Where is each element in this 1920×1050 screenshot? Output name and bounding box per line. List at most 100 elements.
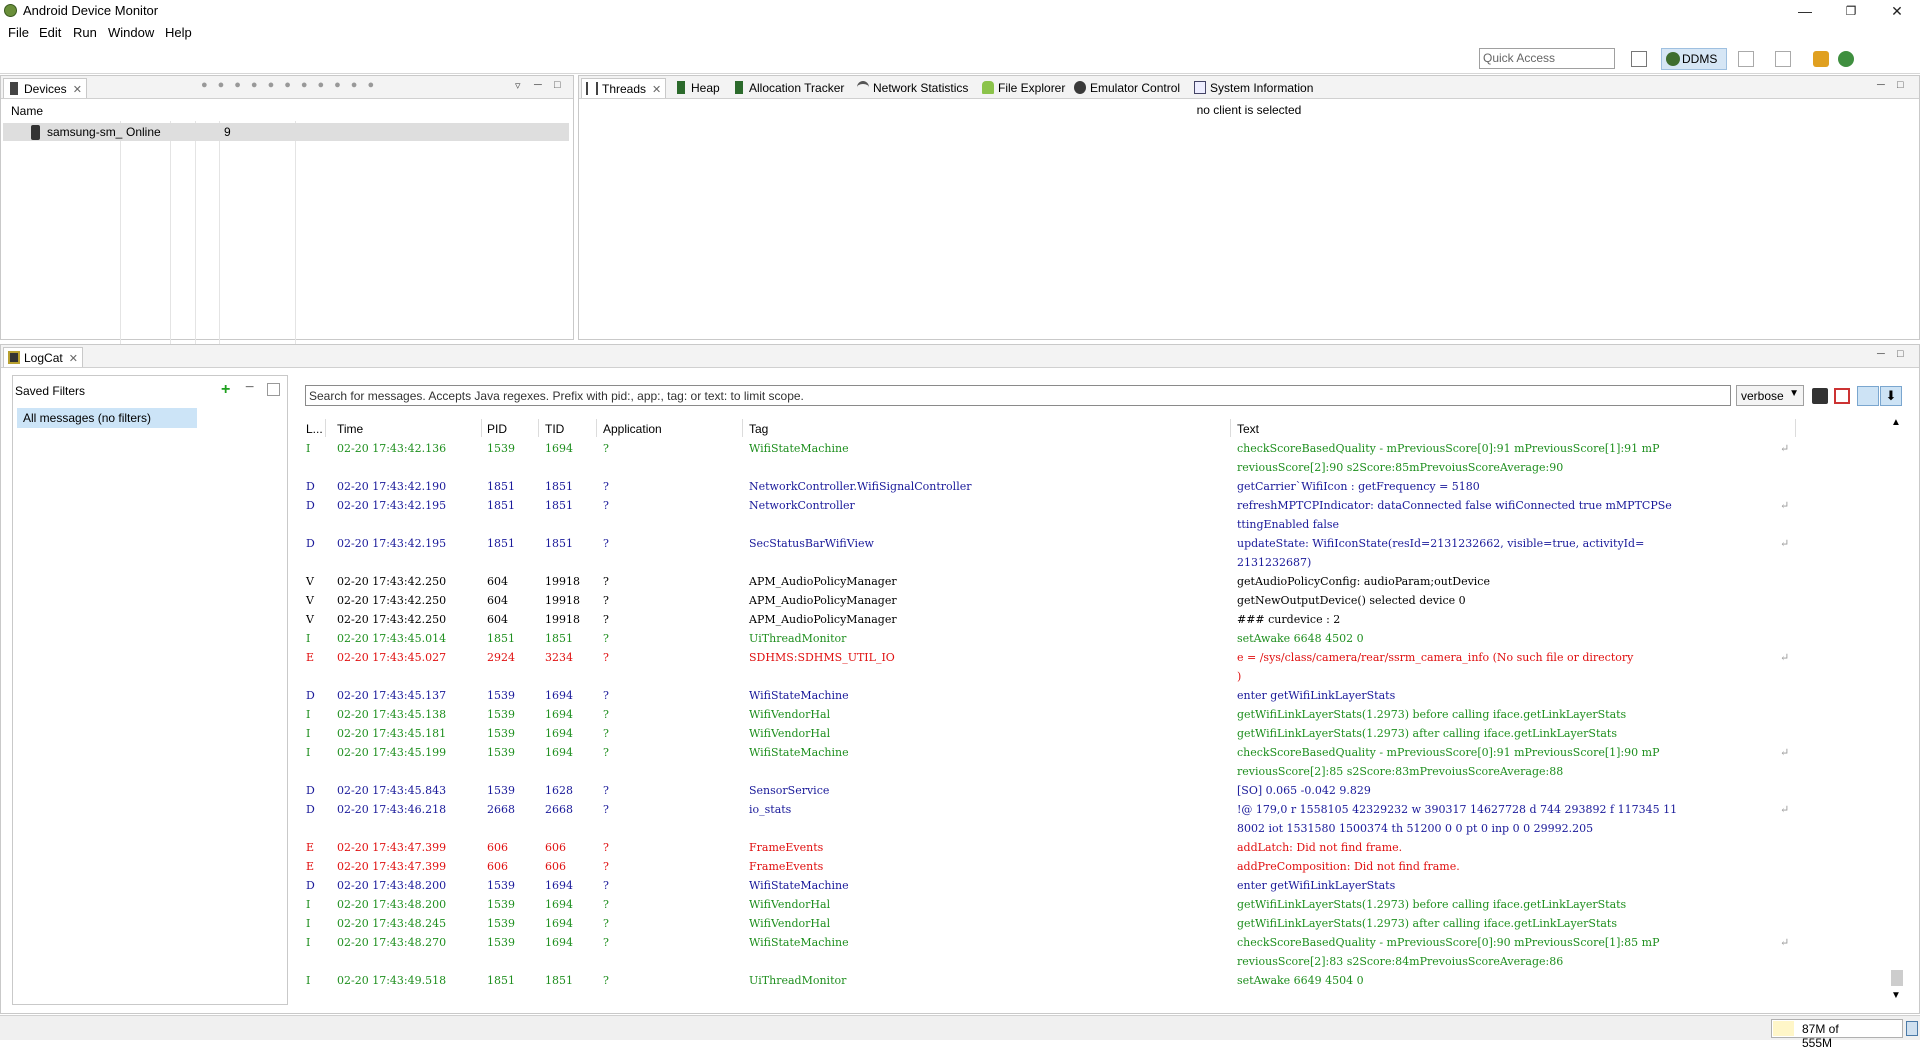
java-perspective-icon[interactable] (1775, 51, 1791, 67)
log-row[interactable]: I 02-20 17:43:42.136 1539 1694? WifiStateMac… (300, 439, 1903, 458)
device-row[interactable]: samsung-sm_ Online 9 (3, 123, 569, 141)
log-row-continuation[interactable]: ) (300, 667, 1903, 686)
log-row[interactable]: I 02-20 17:43:49.518 1851 1851? UiThreadMoni… (300, 971, 1903, 990)
scrollbar-thumb[interactable] (1891, 970, 1903, 986)
menu-help[interactable]: Help (165, 25, 192, 40)
log-time: 02-20 17:43:42.136 (337, 442, 447, 455)
log-row[interactable]: I 02-20 17:43:45.199 1539 1694? WifiStateMac… (300, 743, 1903, 762)
scroll-up-icon[interactable]: ▲ (1891, 417, 1901, 428)
log-row[interactable]: D 02-20 17:43:42.195 1851 1851? NetworkContr… (300, 496, 1903, 515)
close-icon[interactable]: ✕ (69, 353, 78, 365)
log-row-continuation[interactable]: reviousScore[2]:85 s2Score:83mPrevoiusSc… (300, 762, 1903, 781)
minimize-view-icon[interactable]: ─ (1877, 348, 1885, 360)
log-application: ? (603, 632, 609, 645)
col-application[interactable]: Application (603, 422, 662, 436)
log-row[interactable]: V 02-20 17:43:42.250 604 19918? APM_AudioPol… (300, 572, 1903, 591)
log-row[interactable]: D 02-20 17:43:42.190 1851 1851? NetworkContr… (300, 477, 1903, 496)
col-tid[interactable]: TID (545, 422, 564, 436)
log-row[interactable]: I 02-20 17:43:45.138 1539 1694? WifiVendorHa… (300, 705, 1903, 724)
log-row[interactable]: E 02-20 17:43:47.399 606 606? FrameEvents add… (300, 857, 1903, 876)
col-time[interactable]: Time (337, 422, 363, 436)
close-icon[interactable]: ✕ (652, 84, 661, 96)
restore-icon[interactable]: ❐ (1828, 0, 1874, 22)
menu-run[interactable]: Run (73, 25, 97, 40)
log-row[interactable]: E 02-20 17:43:45.027 2924 3234? SDHMS:SDHMS_… (300, 648, 1903, 667)
open-perspective-icon[interactable] (1631, 51, 1647, 67)
clear-log-icon[interactable] (1834, 388, 1850, 404)
col-level[interactable]: L... (306, 422, 323, 436)
log-row[interactable]: D 02-20 17:43:45.137 1539 1694? WifiStateMac… (300, 686, 1903, 705)
minimize-view-icon[interactable]: ─ (534, 79, 542, 91)
maximize-view-icon[interactable]: □ (1897, 348, 1904, 360)
log-row-continuation[interactable]: 2131232687) (300, 553, 1903, 572)
menu-window[interactable]: Window (108, 25, 154, 40)
tab-network-statistics[interactable]: Network Statistics (853, 78, 972, 98)
log-application: ? (603, 879, 609, 892)
minimize-view-icon[interactable]: ─ (1877, 79, 1885, 91)
log-row[interactable]: I 02-20 17:43:48.200 1539 1694? WifiVendorHa… (300, 895, 1903, 914)
log-pid: 606 (487, 841, 508, 854)
tab-system-information[interactable]: System Information (1190, 78, 1317, 98)
log-row[interactable]: D 02-20 17:43:46.218 2668 2668? io_stats !@ 1… (300, 800, 1903, 819)
maximize-view-icon[interactable]: □ (1897, 79, 1904, 91)
ddms-perspective-button[interactable]: DDMS (1661, 48, 1727, 70)
log-row[interactable]: I 02-20 17:43:45.014 1851 1851? UiThreadMoni… (300, 629, 1903, 648)
log-row[interactable]: I 02-20 17:43:45.181 1539 1694? WifiVendorHa… (300, 724, 1903, 743)
back-arrow-icon[interactable] (1813, 51, 1829, 67)
wrap-icon: ↵ (1780, 499, 1790, 512)
scroll-down-icon[interactable]: ▼ (1891, 990, 1901, 1001)
toggle-filters-icon[interactable] (1857, 386, 1879, 406)
menu-file[interactable]: File (8, 25, 29, 40)
col-text[interactable]: Text (1237, 422, 1259, 436)
debug-perspective-icon[interactable] (1738, 51, 1754, 67)
maximize-view-icon[interactable]: □ (554, 79, 561, 91)
android-icon[interactable] (1838, 51, 1854, 67)
log-row[interactable]: V 02-20 17:43:42.250 604 19918? APM_AudioPol… (300, 591, 1903, 610)
tab-logcat[interactable]: LogCat ✕ (3, 347, 83, 367)
log-text: getCarrier`WifiIcon : getFrequency = 518… (1237, 480, 1480, 493)
menu-edit[interactable]: Edit (39, 25, 61, 40)
save-icon[interactable] (1812, 388, 1828, 404)
view-menu-icon[interactable]: ▿ (515, 79, 521, 92)
log-row[interactable]: E 02-20 17:43:47.399 606 606? FrameEvents add… (300, 838, 1903, 857)
col-pid[interactable]: PID (487, 422, 507, 436)
remove-filter-icon[interactable]: − (245, 379, 254, 397)
log-row[interactable]: I 02-20 17:43:48.245 1539 1694? WifiVendorHa… (300, 914, 1903, 933)
log-pid: 1851 (487, 974, 515, 987)
add-filter-icon[interactable]: + (221, 381, 230, 399)
log-row[interactable]: I 02-20 17:43:48.270 1539 1694? WifiStateMac… (300, 933, 1903, 952)
log-level: D (306, 537, 315, 550)
edit-filter-icon[interactable] (267, 383, 280, 396)
minimize-icon[interactable]: — (1782, 0, 1828, 22)
log-row[interactable]: D 02-20 17:43:45.843 1539 1628? SensorServic… (300, 781, 1903, 800)
device-actions-icon[interactable]: ●●●●●●●●●●● (201, 79, 384, 91)
devices-header: Name (3, 101, 571, 121)
tab-devices[interactable]: Devices ✕ (3, 78, 87, 98)
log-row-continuation[interactable]: ttingEnabled false (300, 515, 1903, 534)
menu-bar: File Edit Run Window Help (0, 22, 1920, 42)
heap-icon (677, 81, 685, 94)
log-row[interactable]: D 02-20 17:43:42.195 1851 1851? SecStatusBar… (300, 534, 1903, 553)
log-row-continuation[interactable]: 8002 iot 1531580 1500374 th 51200 0 0 pt… (300, 819, 1903, 838)
tab-allocation-tracker[interactable]: Allocation Tracker (729, 78, 848, 98)
log-row-continuation[interactable]: reviousScore[2]:83 s2Score:84mPrevoiusSc… (300, 952, 1903, 971)
log-row[interactable]: V 02-20 17:43:42.250 604 19918? APM_AudioPol… (300, 610, 1903, 629)
quick-access-input[interactable]: Quick Access (1479, 48, 1615, 69)
log-tag: APM_AudioPolicyManager (749, 613, 897, 626)
log-level-select[interactable]: verbose ▼ (1736, 385, 1804, 406)
close-icon[interactable]: ✕ (1874, 0, 1920, 22)
log-scrollbar[interactable]: ▲ ▼ (1888, 417, 1904, 1004)
log-row-continuation[interactable]: reviousScore[2]:90 s2Score:85mPrevoiusSc… (300, 458, 1903, 477)
log-tag: APM_AudioPolicyManager (749, 594, 897, 607)
tab-emulator-control[interactable]: Emulator Control (1070, 78, 1184, 98)
filter-all-messages[interactable]: All messages (no filters) (17, 408, 197, 428)
garbage-collect-icon[interactable] (1906, 1021, 1918, 1036)
log-row[interactable]: D 02-20 17:43:48.200 1539 1694? WifiStateMac… (300, 876, 1903, 895)
tab-heap[interactable]: Heap (671, 78, 724, 98)
col-tag[interactable]: Tag (749, 422, 768, 436)
logcat-search-input[interactable]: Search for messages. Accepts Java regexe… (305, 385, 1731, 406)
tab-file-explorer[interactable]: File Explorer (978, 78, 1069, 98)
tab-threads[interactable]: Threads ✕ (581, 78, 667, 98)
scroll-lock-icon[interactable]: ⬇ (1880, 386, 1902, 406)
close-icon[interactable]: ✕ (73, 84, 82, 96)
